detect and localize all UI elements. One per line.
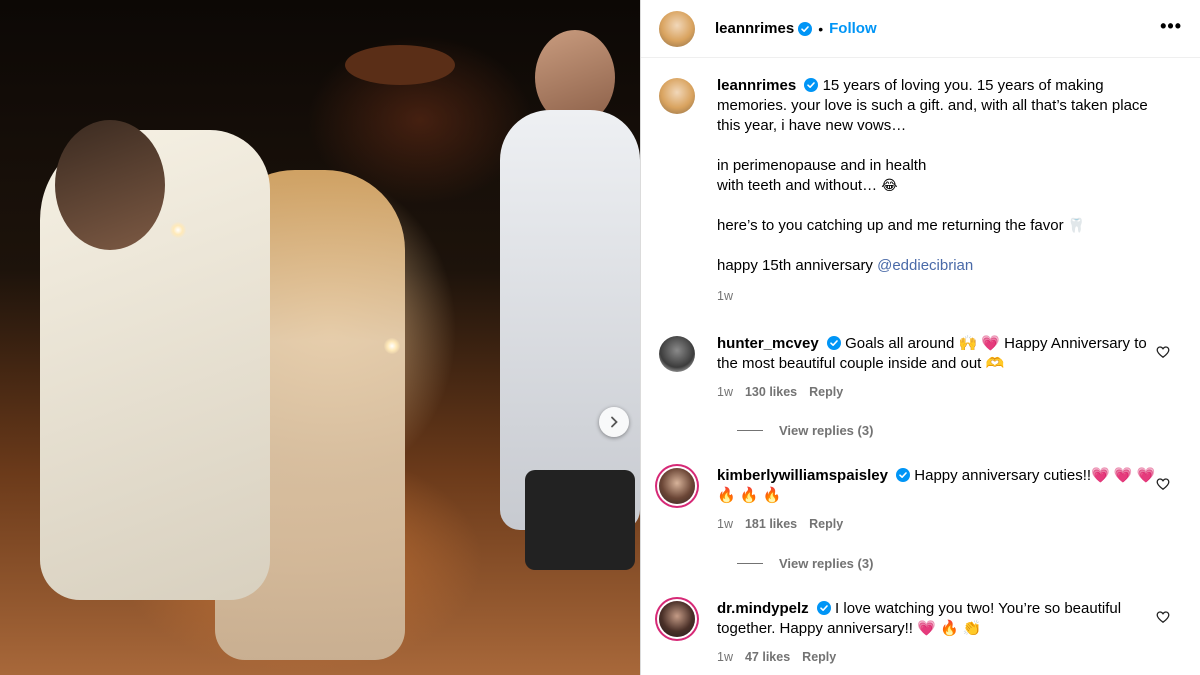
follow-button[interactable]: Follow [829,20,877,37]
commenter-avatar[interactable] [659,601,695,637]
post-caption: leannrimes 15 years of loving you. 15 ye… [659,76,1184,306]
comment-likes[interactable]: 181 likes [745,514,797,534]
verified-badge-icon [896,468,911,482]
heart-outline-icon[interactable] [1156,345,1170,359]
view-replies-label: View replies (3) [779,556,874,571]
comment-likes[interactable]: 47 likes [745,647,790,667]
separator-dot: • [818,20,824,37]
reply-button[interactable]: Reply [809,514,843,534]
more-options-icon[interactable]: ••• [1160,16,1182,37]
bystander-figure [500,110,640,530]
comment-likes[interactable]: 130 likes [745,382,797,402]
sparkler-light [384,338,400,354]
heart-outline-icon[interactable] [1156,610,1170,624]
replies-divider-line [737,430,763,431]
view-replies-button[interactable]: View replies (3) [737,556,873,571]
comment-item: kimberlywilliamspaisley Happy anniversar… [659,466,1184,534]
caption-timestamp[interactable]: 1w [717,286,733,306]
patio-heater [345,45,455,85]
heart-outline-icon[interactable] [1156,477,1170,491]
view-replies-button[interactable]: View replies (3) [737,423,873,438]
view-replies-label: View replies (3) [779,423,874,438]
comment-timestamp[interactable]: 1w [717,647,733,667]
commenter-username[interactable]: dr.mindypelz [717,600,809,617]
commenter-avatar[interactable] [659,468,695,504]
caption-text-line4: happy 15th anniversary [717,257,878,274]
author-username[interactable]: leannrimes [715,20,794,37]
comment-timestamp[interactable]: 1w [717,382,733,402]
verified-badge-icon [798,21,813,36]
commenter-username[interactable]: kimberlywilliamspaisley [717,467,888,484]
caption-text-line3: here’s to you catching up and me returni… [717,217,1068,234]
caption-avatar[interactable] [659,78,695,114]
comment-timestamp[interactable]: 1w [717,514,733,534]
sparkler-light [170,222,186,238]
post-photo[interactable] [0,0,640,675]
verified-badge-icon [826,336,841,350]
next-photo-button[interactable] [599,407,629,437]
author-avatar[interactable] [659,10,695,47]
reply-button[interactable]: Reply [802,647,836,667]
commenter-avatar[interactable] [659,336,695,372]
verified-badge-icon [804,78,819,92]
caption-username[interactable]: leannrimes [717,77,796,94]
post-details-panel: leannrimes • Follow ••• leannrimes 15 ye… [640,0,1200,675]
tooth-emoji: 🦷 [1067,218,1086,234]
reply-button[interactable]: Reply [809,382,843,402]
verified-badge-icon [816,601,831,615]
chevron-right-icon [611,416,618,428]
post-header: leannrimes • Follow ••• [641,0,1200,58]
laughing-emoji: 😂 [881,178,898,194]
bystander-legs [525,470,635,570]
comment-item: dr.mindypelz I love watching you two! Yo… [659,599,1184,667]
comment-item: hunter_mcvey Goals all around 🙌 💗 Happy … [659,334,1184,402]
replies-divider-line [737,563,763,564]
man-head [55,120,165,250]
commenter-username[interactable]: hunter_mcvey [717,335,819,352]
caption-text-line2a: in perimenopause and in health [717,157,927,174]
mention-link[interactable]: @eddiecibrian [877,257,973,274]
caption-text-line2b: with teeth and without… [717,177,882,194]
